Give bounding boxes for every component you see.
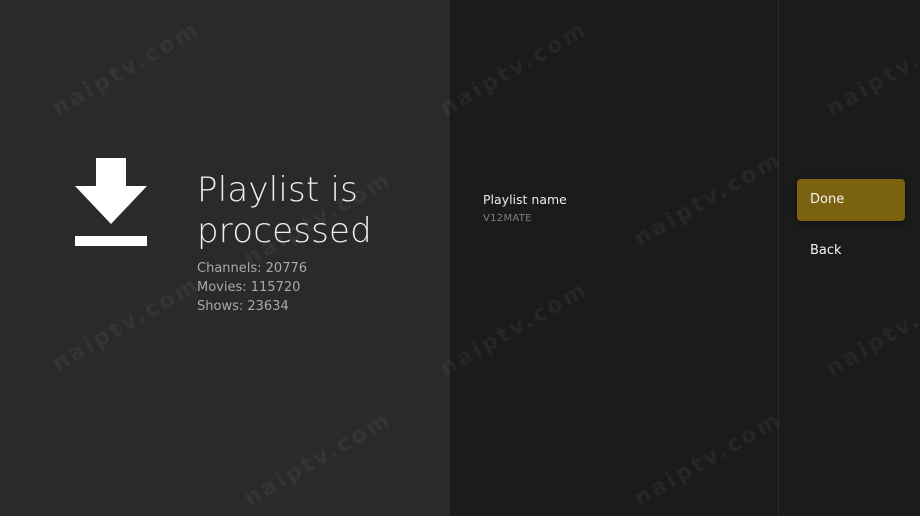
back-button-label: Back [810, 243, 842, 258]
download-icon [75, 158, 147, 246]
movies-count: Movies: 115720 [197, 280, 301, 295]
done-button[interactable]: Done [797, 179, 905, 221]
title-line-1: Playlist is [197, 170, 359, 210]
playlist-stats: Channels: 20776 Movies: 115720 Shows: 23… [197, 259, 307, 316]
status-panel [0, 0, 450, 516]
playlist-name-value: V12MATE [483, 213, 532, 224]
shows-count: Shows: 23634 [197, 299, 289, 314]
playlist-processed-screen: naiptv.com naiptv.com naiptv.com naiptv.… [0, 0, 920, 516]
page-title: Playlist is processed [197, 170, 437, 252]
back-button[interactable]: Back [797, 230, 905, 272]
channels-count: Channels: 20776 [197, 261, 308, 276]
playlist-name-label: Playlist name [483, 192, 567, 207]
title-line-2: processed [197, 211, 372, 251]
details-panel [450, 0, 778, 516]
done-button-label: Done [810, 192, 845, 207]
